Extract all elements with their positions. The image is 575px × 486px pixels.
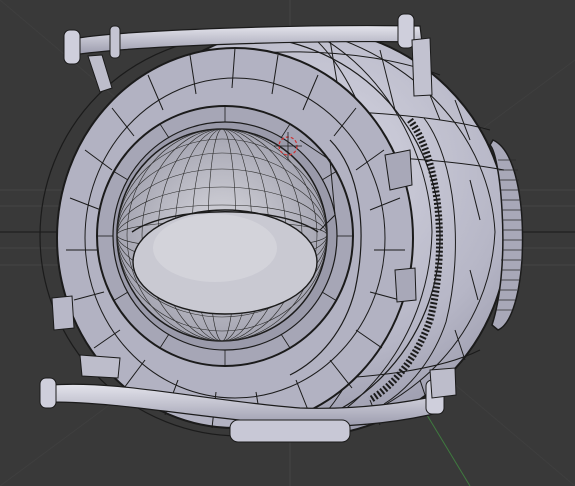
bracket-detail: [384, 149, 413, 191]
eye-lens[interactable]: [116, 128, 328, 342]
3d-viewport[interactable]: [0, 0, 575, 486]
left-clip: [51, 295, 75, 331]
viewport-canvas[interactable]: [0, 0, 575, 486]
